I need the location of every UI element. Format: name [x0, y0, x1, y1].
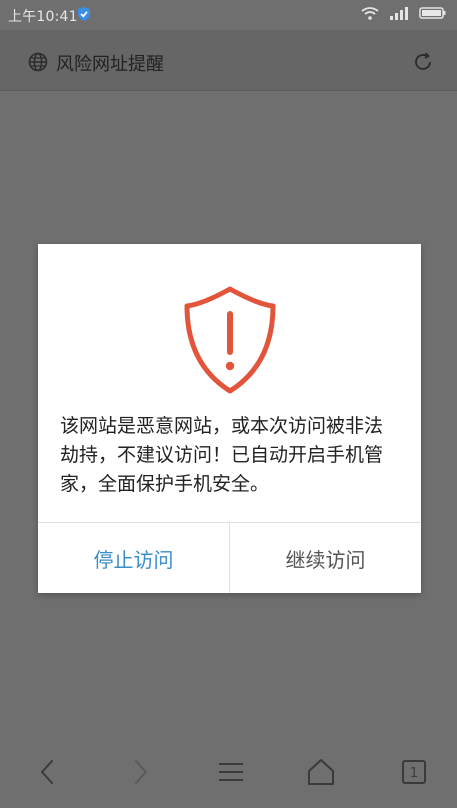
warning-shield-icon — [181, 284, 279, 396]
tab-count: 1 — [410, 766, 418, 781]
status-indicators — [361, 6, 447, 24]
shield-icon — [77, 6, 91, 22]
tabs-icon[interactable]: 1 — [396, 754, 432, 790]
page-title: 风险网址提醒 — [56, 54, 164, 75]
status-bar: 上午10:41 — [0, 0, 457, 30]
reload-icon[interactable] — [411, 50, 435, 74]
back-icon[interactable] — [30, 754, 66, 790]
address-bar: 风险网址提醒 — [0, 30, 457, 91]
menu-icon[interactable] — [213, 754, 249, 790]
browser-screen: 上午10:41 风险网址提醒 该网站是恶意网站，或本次访问被非法劫持，不建议访问… — [0, 0, 457, 808]
risk-warning-dialog: 该网站是恶意网站，或本次访问被非法劫持，不建议访问！已自动开启手机管家，全面保护… — [38, 244, 421, 593]
forward-icon[interactable] — [122, 754, 158, 790]
globe-icon — [28, 52, 48, 72]
battery-icon — [419, 6, 447, 24]
signal-icon — [389, 6, 409, 24]
bottom-navigation: 1 — [0, 736, 457, 808]
status-time: 上午10:41 — [8, 9, 78, 25]
home-icon[interactable] — [303, 754, 339, 790]
dialog-actions: 停止访问 继续访问 — [38, 522, 421, 593]
continue-visit-button[interactable]: 继续访问 — [230, 523, 421, 593]
dialog-message: 该网站是恶意网站，或本次访问被非法劫持，不建议访问！已自动开启手机管家，全面保护… — [60, 415, 384, 495]
stop-visit-button[interactable]: 停止访问 — [38, 523, 230, 593]
wifi-icon — [361, 6, 379, 24]
